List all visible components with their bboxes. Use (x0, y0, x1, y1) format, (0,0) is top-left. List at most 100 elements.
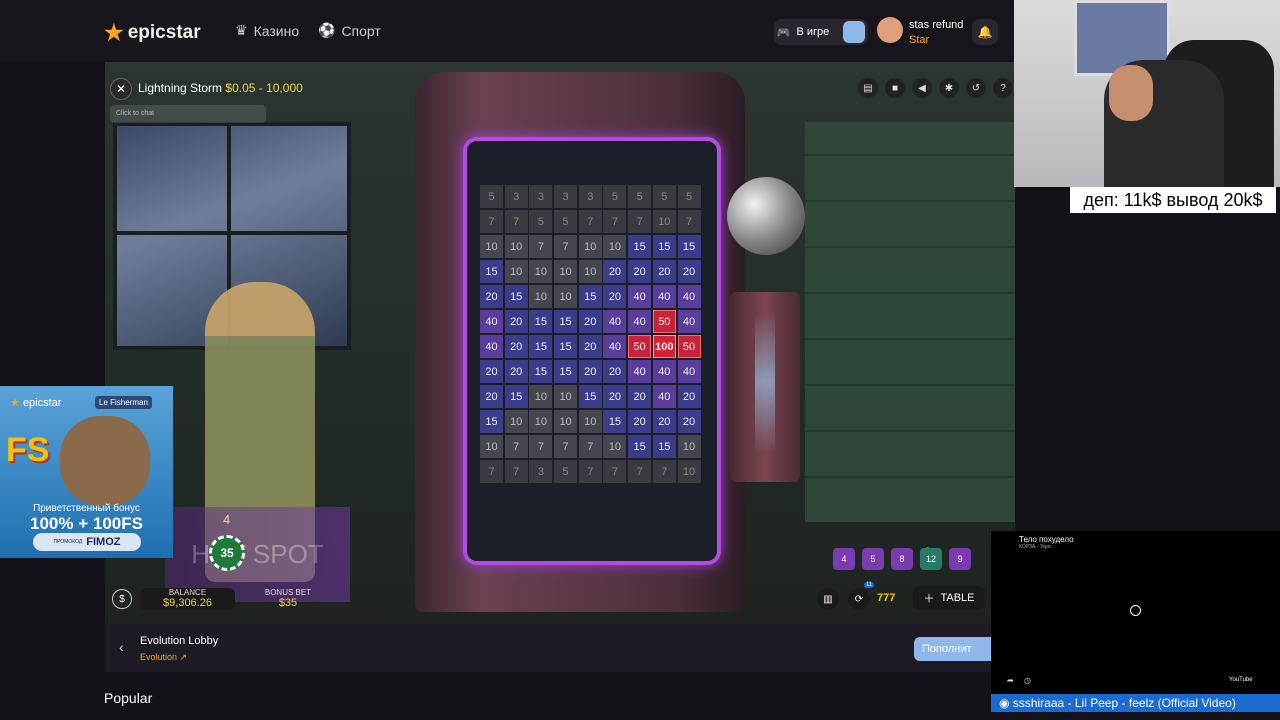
volume-icon[interactable]: ◀ (912, 78, 932, 98)
grid-cell: 7 (554, 235, 578, 258)
grid-cell: 3 (529, 185, 553, 208)
crown-icon: ♛ (235, 22, 248, 38)
grid-cell: 10 (480, 235, 503, 258)
share-icon[interactable]: ➦ (1007, 676, 1014, 685)
avatar[interactable] (877, 17, 903, 43)
tesla-orb (727, 177, 805, 255)
grid-cell: 5 (603, 185, 627, 208)
youtube-widget[interactable]: Тело похудело КОРЗА - Topic ➦ ◷ YouTube (991, 531, 1280, 694)
grid-cell: 15 (529, 335, 553, 358)
promo-line-1: Приветственный бонус (33, 503, 140, 514)
grid-cell: 7 (504, 210, 528, 233)
streamer-face (1109, 65, 1153, 121)
grid-cell: 7 (480, 460, 503, 483)
grid-cell: 15 (578, 285, 602, 308)
video-title: Тело похудело (1019, 535, 1074, 544)
promo-line-2: 100% + 100FS (30, 514, 143, 533)
bell-icon[interactable]: 🔔 (972, 19, 998, 45)
grid-cell: 40 (628, 310, 652, 333)
grid-cell: 20 (603, 260, 627, 283)
grid-cell: 10 (578, 410, 602, 433)
grid-cell: 50 (677, 335, 701, 358)
grid-cell: 20 (652, 410, 676, 433)
grid-cell: 10 (677, 460, 701, 483)
grid-cell: 20 (504, 360, 528, 383)
table-button[interactable]: ＋ TABLE (913, 586, 985, 610)
repeat-badge: 11 (864, 582, 875, 588)
chat-icon[interactable] (843, 21, 866, 43)
help-icon[interactable]: ? (993, 78, 1013, 98)
history-icon[interactable]: ↺ (966, 78, 986, 98)
close-icon[interactable]: ✕ (110, 78, 132, 100)
grid-cell: 10 (504, 260, 528, 283)
stats-icon[interactable]: ▥ (817, 588, 839, 610)
external-link-icon: ↗ (179, 652, 188, 662)
user-status: Star (909, 34, 930, 46)
grid-cell: 20 (677, 410, 701, 433)
grid-cell: 10 (578, 235, 602, 258)
bet-limits: $0.05 - 10,000 (225, 81, 303, 95)
grid-cell: 10 (529, 385, 553, 408)
grid-cell: 7 (652, 460, 676, 483)
repeat-icon[interactable]: ⟳ (848, 588, 870, 610)
grid-cell: 15 (480, 410, 503, 433)
grid-cell: 7 (603, 210, 627, 233)
clock-icon[interactable]: ◷ (1024, 676, 1031, 685)
tile-wall (805, 122, 1015, 522)
grid-cell: 40 (677, 285, 701, 308)
game-viewport[interactable]: ✕ Lightning Storm $0.05 - 10,000 Click t… (105, 62, 1015, 624)
user-icon: ◉ (999, 696, 1010, 710)
chat-bubble-icon[interactable]: ▤ (858, 78, 878, 98)
grid-cell: 40 (480, 335, 503, 358)
video-channel: КОРЗА - Topic (1019, 544, 1052, 550)
nav-casino[interactable]: ♛ Казино (235, 22, 299, 39)
grid-cell: 20 (480, 285, 503, 308)
grid-cell: 40 (603, 310, 627, 333)
grid-cell: 50 (628, 335, 652, 358)
chip[interactable]: 35 (209, 535, 245, 571)
grid-cell: 7 (504, 460, 528, 483)
grid-cell: 15 (554, 360, 578, 383)
grid-cell: 7 (628, 210, 652, 233)
grid-cell: 10 (677, 435, 701, 458)
grid-cell: 10 (504, 235, 528, 258)
chevron-left-icon[interactable]: ‹ (119, 639, 124, 655)
grid-cell: 10 (554, 385, 578, 408)
dollar-icon[interactable]: $ (112, 589, 132, 609)
grid-cell: 50 (652, 310, 676, 333)
lightning-spark (755, 312, 775, 452)
plus-icon: ＋ (923, 593, 935, 605)
chat-input[interactable]: Click to chat (110, 105, 266, 123)
grid-cell: 3 (529, 460, 553, 483)
settings-icon[interactable]: ✱ (939, 78, 959, 98)
grid-cell: 40 (480, 310, 503, 333)
camera-icon[interactable]: ■ (885, 78, 905, 98)
grid-cell: 40 (603, 335, 627, 358)
grid-cell: 5 (554, 210, 578, 233)
in-game-button[interactable]: 🎮 В игре (774, 19, 868, 45)
grid-cell: 40 (628, 285, 652, 308)
grid-cell: 5 (554, 460, 578, 483)
provider-link[interactable]: Evolution ↗ (140, 652, 187, 663)
sevens-icon[interactable]: 777 (877, 592, 895, 604)
history-item: 4 (833, 548, 855, 570)
raccoon-mascot (60, 416, 150, 506)
balance: BALANCE $9,306.26 (140, 588, 235, 610)
grid-cell: 10 (603, 435, 627, 458)
grid-cell: 15 (677, 235, 701, 258)
loading-spinner-icon (1130, 605, 1141, 616)
grid-cell: 10 (529, 285, 553, 308)
grid-cell: 20 (504, 335, 528, 358)
grid-cell: 20 (628, 385, 652, 408)
gamepad-icon: 🎮 (776, 26, 791, 39)
grid-cell: 20 (628, 410, 652, 433)
logo[interactable]: ★ epicstar (104, 20, 201, 46)
webcam-overlay (1014, 0, 1280, 187)
grid-cell: 7 (504, 435, 528, 458)
grid-cell: 20 (603, 285, 627, 308)
grid-cell: 10 (603, 235, 627, 258)
youtube-logo[interactable]: YouTube (1229, 677, 1253, 683)
grid-cell: 15 (628, 435, 652, 458)
nav-sport[interactable]: ⚽ Спорт (318, 22, 381, 39)
grid-cell: 3 (578, 185, 602, 208)
